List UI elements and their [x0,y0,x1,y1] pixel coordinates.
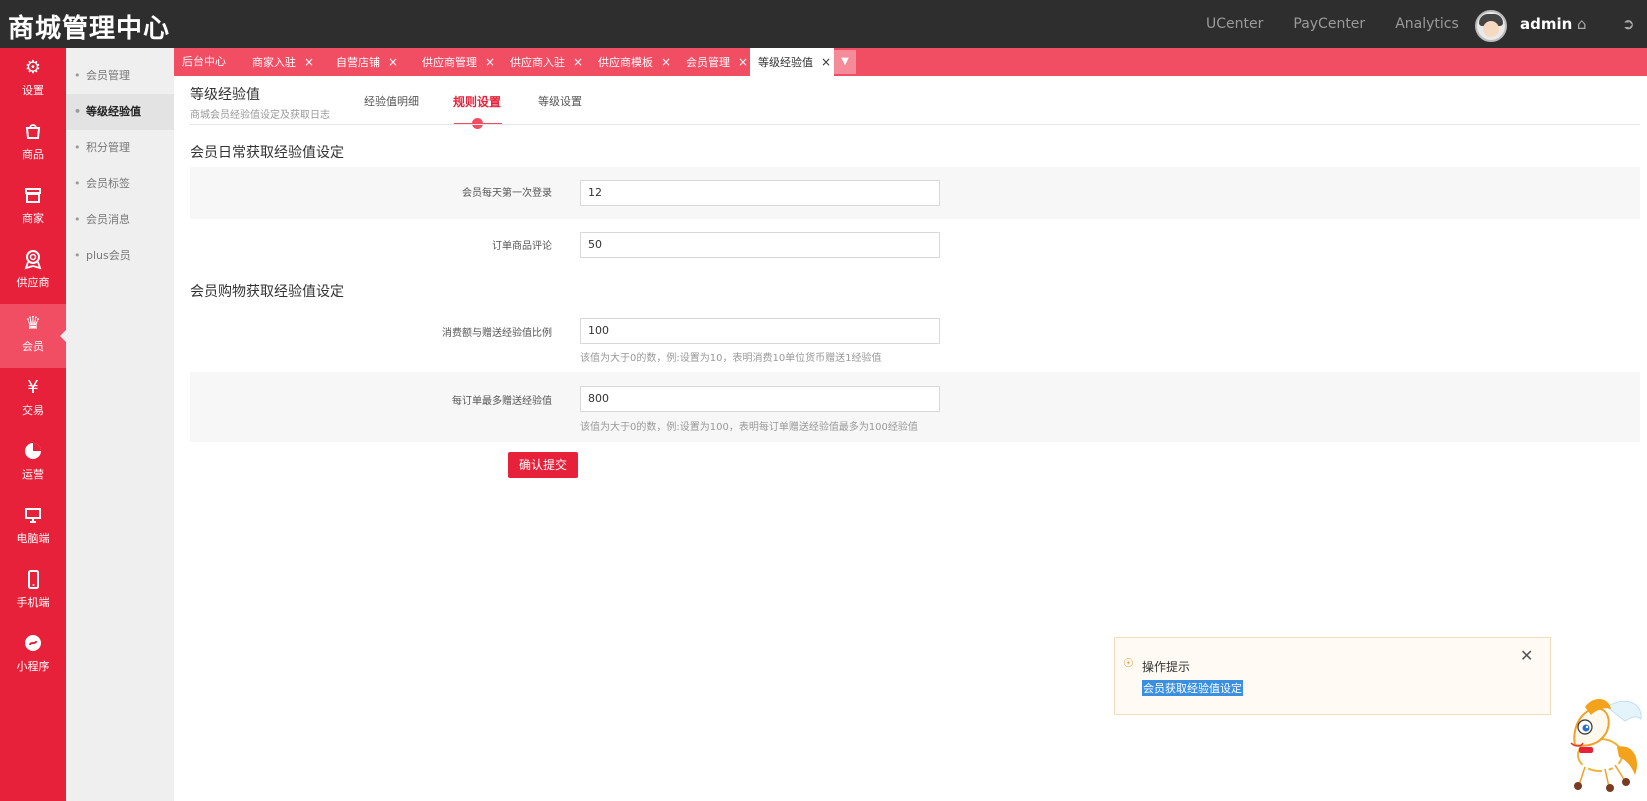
top-bar: 商城管理中心 UCenter PayCenter Analytics admin… [0,0,1647,48]
main-sidebar: ⚙ 设置 商品 商家 供应商 ♛ 会员 ¥ 交易 运营 电脑端 手机端 小程序 [0,48,66,801]
home-icon[interactable]: ⌂ [1577,15,1587,33]
analytics-link[interactable]: Analytics [1395,16,1459,32]
subnav-item-level-exp[interactable]: 等级经验值 [66,94,174,130]
ucenter-link[interactable]: UCenter [1206,16,1263,32]
page-title: 等级经验值 [190,87,260,103]
subnav-item-member-manage[interactable]: 会员管理 [66,58,174,94]
subtab-rule-settings[interactable]: 规则设置 [453,93,501,110]
crown-icon: ♛ [24,313,42,334]
pony-mascot-image[interactable] [1545,685,1645,795]
subnav-item-tags[interactable]: 会员标签 [66,166,174,202]
max-exp-label: 每订单最多赠送经验值 [452,396,552,407]
gear-icon: ⚙ [24,57,42,78]
nav-item-miniapp[interactable]: 小程序 [0,624,66,688]
nav-item-supplier[interactable]: 供应商 [0,240,66,304]
tip-body: 会员获取经验值设定 [1142,680,1243,696]
daily-login-input[interactable]: 12 [580,180,940,206]
close-icon[interactable]: ✕ [1520,646,1533,665]
tab-supplier-join[interactable]: 供应商入驻 × [502,48,583,76]
close-icon[interactable]: × [738,55,748,69]
tab-dashboard[interactable]: 后台中心 [174,48,226,76]
section-title-shopping: 会员购物获取经验值设定 [190,284,344,300]
order-review-label: 订单商品评论 [492,241,552,252]
ratio-label: 消费额与赠送经验值比例 [442,328,552,339]
close-icon[interactable]: × [573,55,583,69]
miniapp-icon [23,634,43,654]
tab-member-manage[interactable]: 会员管理 × [678,48,748,76]
form-row-order-review: 订单商品评论 50 [190,219,1640,271]
nav-item-pc[interactable]: 电脑端 [0,496,66,560]
nav-item-goods[interactable]: 商品 [0,112,66,176]
nav-item-settings[interactable]: ⚙ 设置 [0,48,66,112]
tab-supplier-template[interactable]: 供应商模板 × [590,48,671,76]
pie-icon [23,442,43,462]
ratio-hint: 该值为大于0的数，例:设置为10，表明消费10单位货币赠送1经验值 [580,353,882,364]
tab-supplier-manage[interactable]: 供应商管理 × [414,48,495,76]
close-icon[interactable]: × [821,55,831,69]
top-links: UCenter PayCenter Analytics [1206,16,1459,32]
phone-icon [23,570,43,590]
store-icon [23,186,43,206]
badge-icon [23,250,43,270]
logout-icon[interactable]: ➲ [1622,15,1635,33]
daily-login-label: 会员每天第一次登录 [462,188,552,199]
username[interactable]: admin [1520,15,1572,33]
subtab-level-settings[interactable]: 等级设置 [538,93,582,109]
subtab-exp-detail[interactable]: 经验值明细 [364,93,419,109]
form-row-ratio: 消费额与赠送经验值比例 100 该值为大于0的数，例:设置为10，表明消费10单… [190,306,1640,372]
nav-item-merchant[interactable]: 商家 [0,176,66,240]
form-row-daily-login: 会员每天第一次登录 12 [190,167,1640,219]
paycenter-link[interactable]: PayCenter [1293,16,1365,32]
section-title-daily: 会员日常获取经验值设定 [190,145,344,161]
brand-title: 商城管理中心 [8,14,171,44]
sub-sidebar: 会员管理 等级经验值 积分管理 会员标签 会员消息 plus会员 [66,48,174,801]
close-icon[interactable]: × [388,55,398,69]
tab-own-store[interactable]: 自营店铺 × [328,48,398,76]
subnav-item-messages[interactable]: 会员消息 [66,202,174,238]
tab-level-exp[interactable]: 等级经验值 × [750,48,834,76]
avatar[interactable] [1475,10,1507,42]
monitor-icon [23,506,43,526]
tab-strip: 后台中心 商家入驻 × 自营店铺 × 供应商管理 × 供应商入驻 × 供应商模板 × 会员… [174,48,1647,76]
page-header: 等级经验值 商城会员经验值设定及获取日志 [190,84,330,121]
yen-icon: ¥ [27,377,39,398]
bag-icon [23,122,43,142]
order-review-input[interactable]: 50 [580,232,940,258]
ratio-input[interactable]: 100 [580,318,940,344]
subnav-item-plus[interactable]: plus会员 [66,238,174,274]
tab-more-dropdown[interactable]: ▼ [834,50,856,74]
operation-tip-panel: ☉ 操作提示 ✕ 会员获取经验值设定 [1114,637,1551,715]
nav-item-trade[interactable]: ¥ 交易 [0,368,66,432]
chevron-down-icon: ▼ [841,56,849,67]
submit-button[interactable]: 确认提交 [508,452,578,478]
form-row-max-exp: 每订单最多赠送经验值 800 该值为大于0的数，例:设置为100，表明每订单赠送… [190,372,1640,442]
tab-merchant-join[interactable]: 商家入驻 × [244,48,314,76]
nav-item-mobile[interactable]: 手机端 [0,560,66,624]
nav-item-operation[interactable]: 运营 [0,432,66,496]
max-exp-input[interactable]: 800 [580,386,940,412]
max-exp-hint: 该值为大于0的数，例:设置为100，表明每订单赠送经验值最多为100经验值 [580,422,918,433]
close-icon[interactable]: × [485,55,495,69]
tip-title: 操作提示 [1142,660,1191,674]
page-subtitle: 商城会员经验值设定及获取日志 [190,110,330,121]
subnav-item-points[interactable]: 积分管理 [66,130,174,166]
nav-item-member[interactable]: ♛ 会员 [0,304,66,368]
close-icon[interactable]: × [304,55,314,69]
close-icon[interactable]: × [661,55,671,69]
lightbulb-icon: ☉ [1123,656,1134,670]
divider [190,124,1640,125]
